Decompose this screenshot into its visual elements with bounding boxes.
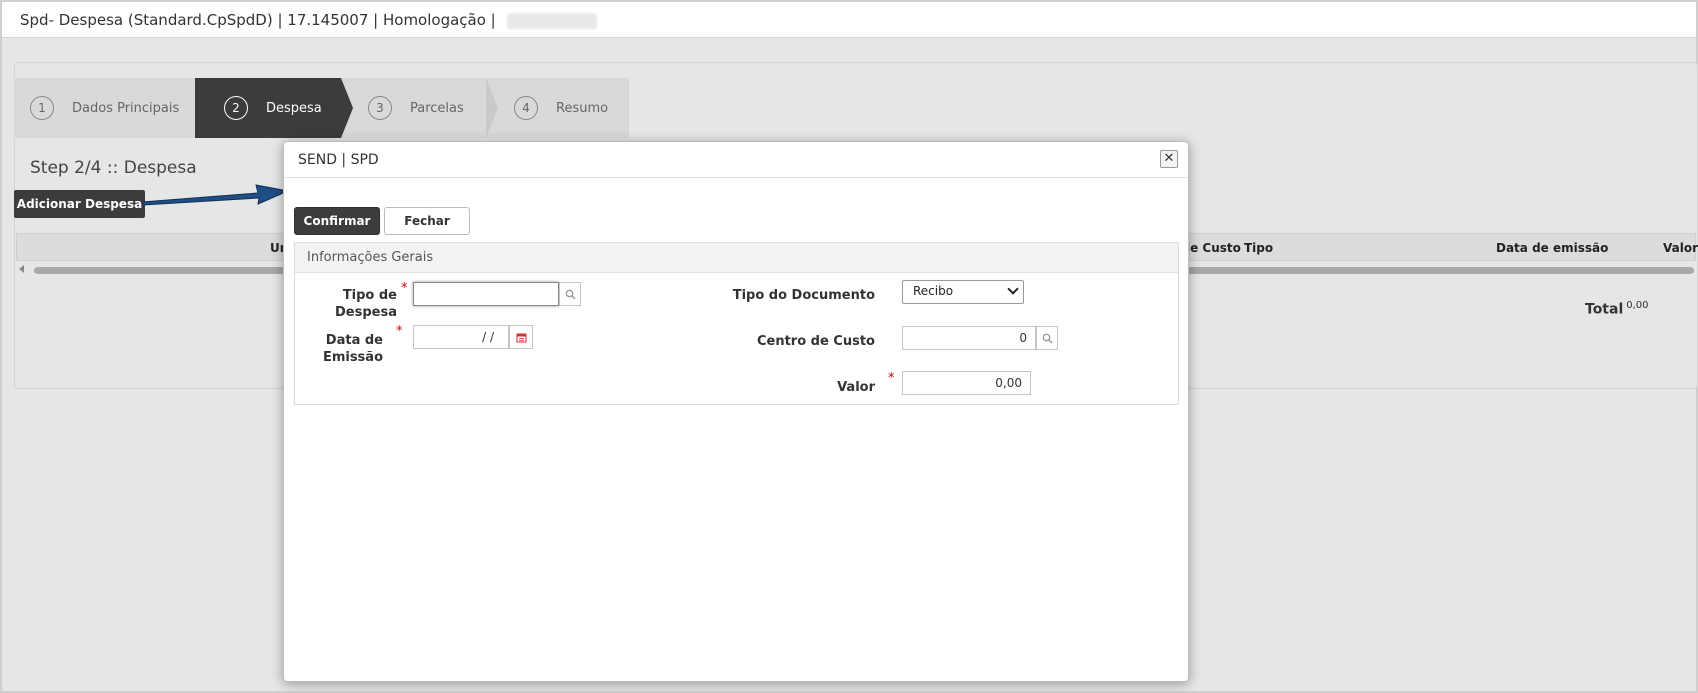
tipo-despesa-input[interactable]: [413, 282, 559, 306]
add-despesa-button[interactable]: Adicionar Despesa: [14, 190, 145, 218]
wizard-step-parcelas[interactable]: 3 Parcelas: [368, 78, 498, 138]
close-button[interactable]: Fechar: [384, 207, 470, 235]
chevron-down-icon: [1007, 283, 1019, 295]
wizard-step-resumo[interactable]: 4 Resumo: [514, 78, 624, 138]
step-number: 3: [368, 96, 392, 120]
centro-custo-label: Centro de Custo: [756, 334, 875, 349]
column-header-data-emissao: Data de emissão: [1496, 241, 1609, 255]
step-label: Despesa: [266, 100, 322, 116]
tipo-despesa-label: Tipo de Despesa: [335, 288, 397, 320]
step-number: 4: [514, 96, 538, 120]
search-icon[interactable]: [1036, 326, 1058, 350]
data-emissao-input[interactable]: [413, 325, 509, 349]
calendar-icon[interactable]: [509, 325, 533, 349]
step-label: Dados Principais: [72, 100, 180, 116]
valor-label: Valor: [837, 380, 875, 395]
step-number: 1: [30, 96, 54, 120]
required-mark: *: [396, 324, 403, 339]
window-title-bar: Spd- Despesa (Standard.CpSpdD) | 17.1450…: [2, 2, 1696, 38]
step-label: Parcelas: [410, 100, 464, 116]
confirm-button[interactable]: Confirmar: [294, 207, 380, 235]
modal-title: SEND | SPD: [298, 152, 379, 168]
general-info-section: Informações Gerais Tipo de Despesa * Dat…: [294, 242, 1179, 405]
tipo-documento-select[interactable]: Recibo: [902, 280, 1024, 304]
total-value: 0,00: [1626, 300, 1649, 311]
valor-input[interactable]: [902, 371, 1031, 395]
search-icon[interactable]: [559, 282, 581, 306]
wizard-steps: 1 Dados Principais 2 Despesa 3 Parcelas …: [14, 78, 629, 138]
modal-header: SEND | SPD: [284, 142, 1188, 178]
step-separator: [486, 78, 498, 138]
section-title: Informações Gerais: [295, 243, 1178, 273]
required-mark: *: [888, 371, 895, 386]
required-mark: *: [401, 281, 408, 296]
centro-custo-input[interactable]: [902, 326, 1036, 350]
column-header-centro-custo: le Custo: [1186, 241, 1241, 255]
wizard-step-despesa[interactable]: 2 Despesa: [195, 78, 341, 138]
step-number: 2: [224, 96, 248, 120]
total-summary: Total 0,00: [1585, 300, 1649, 318]
total-label: Total: [1585, 301, 1624, 318]
step-separator: [341, 78, 353, 138]
tipo-documento-label: Tipo do Documento: [732, 288, 875, 303]
scroll-left-icon[interactable]: [19, 265, 24, 273]
wizard-step-dados-principais[interactable]: 1 Dados Principais: [30, 78, 200, 138]
window-title: Spd- Despesa (Standard.CpSpdD) | 17.1450…: [20, 11, 496, 29]
tipo-documento-value: Recibo: [913, 284, 954, 298]
data-emissao-label: Data de Emissão: [322, 333, 383, 365]
despesa-modal: SEND | SPD ✕ Confirmar Fechar Informaçõe…: [283, 141, 1189, 682]
redacted-text: [506, 12, 597, 29]
annotation-arrow-icon: [141, 184, 290, 206]
close-icon[interactable]: ✕: [1160, 150, 1178, 168]
column-header-tipo: Tipo: [1244, 241, 1274, 255]
column-header-valor: Valor: [1663, 241, 1698, 255]
step-label: Resumo: [556, 100, 609, 116]
